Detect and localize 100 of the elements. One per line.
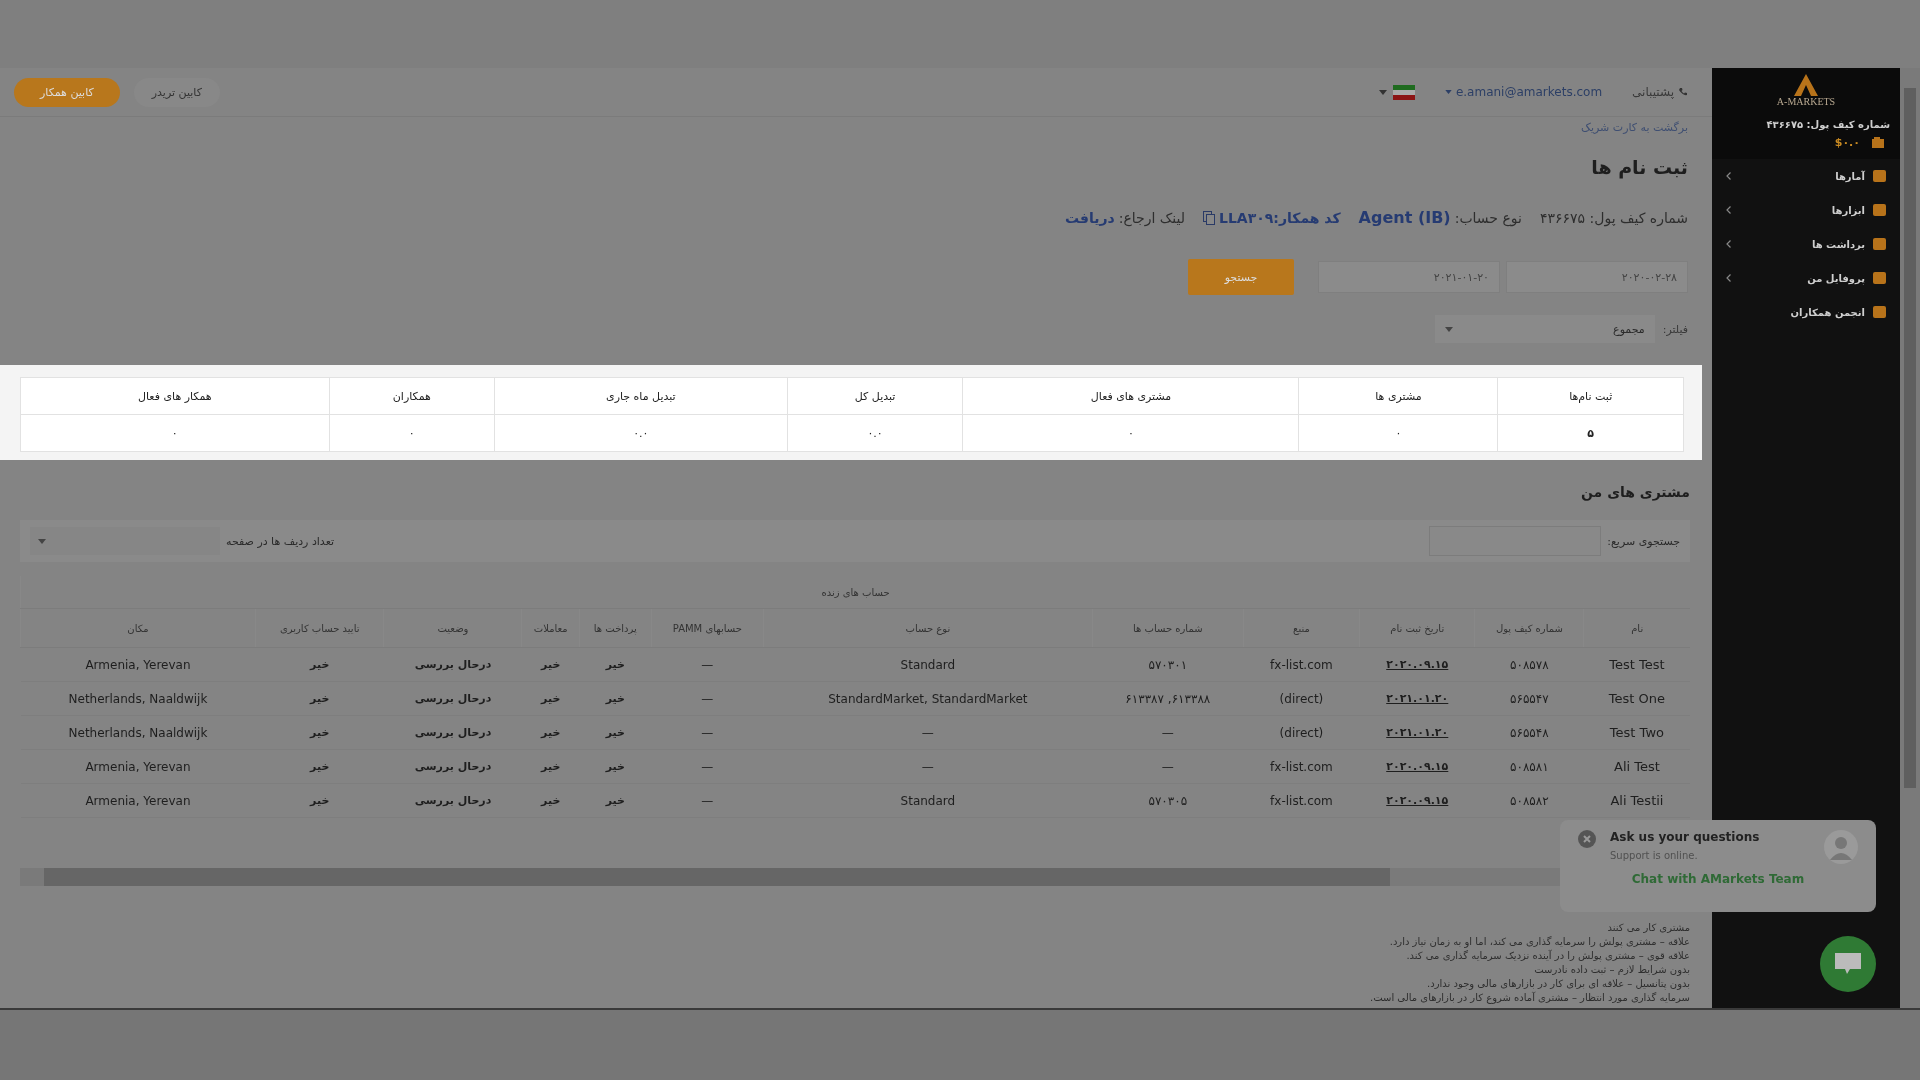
table-cell: خیر [521, 783, 580, 818]
filter-label: فیلتر: [1662, 322, 1688, 336]
column-header[interactable]: مکان [20, 608, 256, 648]
sidebar-item[interactable]: پروفایل من [1712, 261, 1900, 295]
table-cell: ۵۰۸۵۸۱ [1474, 749, 1584, 784]
column-header[interactable]: پرداخت ها [579, 608, 652, 648]
stats-header: همکار های فعال [20, 377, 330, 415]
vertical-scrollbar[interactable] [1900, 68, 1920, 1008]
column-header[interactable]: تاریخ ثبت نام [1359, 608, 1475, 648]
close-icon[interactable] [1578, 830, 1596, 848]
menu-icon [1873, 306, 1886, 318]
menu-icon [1873, 170, 1886, 182]
table-cell: Ali Testii [1583, 783, 1690, 818]
table-cell: — [763, 749, 1093, 784]
account-menu[interactable]: e.amani@amarkets.com [1444, 85, 1603, 99]
table-cell: Armenia, Yerevan [20, 783, 256, 818]
sidebar-item[interactable]: برداشت ها [1712, 227, 1900, 261]
table-cell: Test Test [1583, 647, 1690, 682]
table-cell: ۶۱۳۳۸۸, ۶۱۳۳۸۷ [1092, 681, 1244, 716]
legend-line: علاقه – مشتری پولش را سرمایه گذاری می کند، اما او به زمان نیاز دارد. [1388, 936, 1690, 947]
stats-value: ۰ [20, 414, 330, 452]
date-to-field[interactable]: ۲۰۲۱-۰۱-۲۰ [1318, 261, 1500, 293]
chat-link[interactable]: Chat with AMarkets Team [1578, 872, 1858, 886]
table-cell: — [651, 681, 764, 716]
chevron-icon [1726, 172, 1731, 180]
table-cell: — [1092, 715, 1244, 750]
table-cell: Standard [763, 783, 1093, 818]
table-cell: درحال بررسی [383, 783, 522, 818]
stats-value: ۰ [329, 414, 495, 452]
flag-icon [1392, 84, 1415, 100]
table-cell: ۵۶۵۵۴۸ [1474, 715, 1584, 750]
column-header[interactable]: شماره کیف پول [1474, 608, 1584, 648]
chat-title: Ask us your questions [1610, 830, 1761, 844]
table-cell: خیر [255, 783, 384, 818]
stats-value: ۰ [962, 414, 1299, 452]
table-cell: Ali Test [1583, 749, 1690, 784]
legend-line: علاقه قوی – مشتری پولش را در آینده نزدیک سرمایه گذاری می کند. [1405, 950, 1690, 961]
page-title: ثبت نام ها [1590, 156, 1688, 178]
table-cell: خیر [521, 681, 580, 716]
table-cell: خیر [521, 749, 580, 784]
table-cell: fx-list.com [1243, 749, 1360, 784]
table-cell: خیر [579, 681, 652, 716]
back-link[interactable]: برگشت به کارت شریک [24, 121, 1688, 134]
table-cell: (direct) [1243, 681, 1360, 716]
stats-value: ۰ [1298, 414, 1498, 452]
quick-search-label: جستجوی سریع: [1607, 534, 1680, 548]
table-cell: ۲۰۲۱.۰۱.۲۰ [1359, 715, 1475, 750]
legend-line: مشتری کار می کنند [1606, 922, 1690, 933]
menu-icon [1873, 272, 1886, 284]
table-cell: خیر [579, 783, 652, 818]
sidebar-item[interactable]: ابزارها [1712, 193, 1900, 227]
stats-header: مشتری ها [1298, 377, 1498, 415]
caret-icon [38, 538, 46, 544]
column-header[interactable]: نام [1583, 608, 1690, 648]
column-header[interactable]: وضعیت [383, 608, 522, 648]
sidebar-item[interactable]: انجمن همکاران [1712, 295, 1900, 329]
table-cell: ۵۰۸۵۸۲ [1474, 783, 1584, 818]
sidebar-item[interactable]: آمارها [1712, 159, 1900, 193]
legend-line: بدون پتانسیل – علاقه ای برای کار در بازارهای مالی وجود ندارد. [1426, 978, 1690, 989]
stats-value: ۵ [1497, 414, 1684, 452]
phone-icon [1678, 87, 1688, 97]
table-cell: ۵۶۵۵۴۷ [1474, 681, 1584, 716]
table-cell: ۲۰۲۰.۰۹.۱۵ [1359, 647, 1475, 682]
filter-select[interactable]: مجموع [1434, 315, 1655, 343]
account-type-value: Agent (IB) [1358, 208, 1451, 227]
table-cell: StandardMarket, StandardMarket [763, 681, 1093, 716]
menu-icon [1873, 238, 1886, 250]
copy-icon[interactable] [1203, 210, 1216, 225]
caret-icon [1444, 90, 1452, 94]
chevron-icon [1726, 240, 1731, 248]
cabin-tab[interactable]: کابین تریدر [133, 77, 220, 107]
stats-header: همکاران [329, 377, 495, 415]
wallet-icon [1872, 137, 1884, 148]
column-header[interactable]: تایید حساب کاربری [255, 608, 384, 648]
table-cell: — [651, 715, 764, 750]
caret-icon [1444, 326, 1453, 332]
menu-icon [1873, 204, 1886, 216]
table-cell: ۲۰۲۱.۰۱.۲۰ [1359, 681, 1475, 716]
stats-value: ۰.۰ [787, 414, 963, 452]
referral-link[interactable]: دریافت [1064, 209, 1115, 226]
column-header[interactable]: معاملات [521, 608, 580, 648]
referral-label: لینک ارجاع: [1118, 209, 1186, 226]
search-button[interactable]: جستجو [1188, 259, 1294, 295]
column-header[interactable]: منبع [1243, 608, 1360, 648]
column-header[interactable]: نوع حساب [763, 608, 1093, 648]
date-from-field[interactable]: ۲۰۲۰-۰۲-۲۸ [1506, 261, 1688, 293]
table-cell: fx-list.com [1243, 783, 1360, 818]
sidebar-wallet: شماره کیف پول: ۴۳۶۶۷۵ [1712, 111, 1900, 136]
section-title: مشتری های من [1580, 484, 1690, 500]
support-link[interactable]: پشتیبانی [1632, 85, 1688, 99]
column-header[interactable]: شماره حساب ها [1092, 608, 1244, 648]
table-cell: (direct) [1243, 715, 1360, 750]
balance: $۰.۰ [1834, 136, 1860, 149]
table-cell: خیر [255, 715, 384, 750]
table-cell: Armenia, Yerevan [20, 749, 256, 784]
table-cell: — [763, 715, 1093, 750]
cabin-tab[interactable]: کابین همکار [14, 77, 120, 107]
language-selector[interactable] [1378, 84, 1415, 100]
column-header[interactable]: حسابهای PAMM [651, 608, 764, 648]
table-cell: خیر [579, 715, 652, 750]
